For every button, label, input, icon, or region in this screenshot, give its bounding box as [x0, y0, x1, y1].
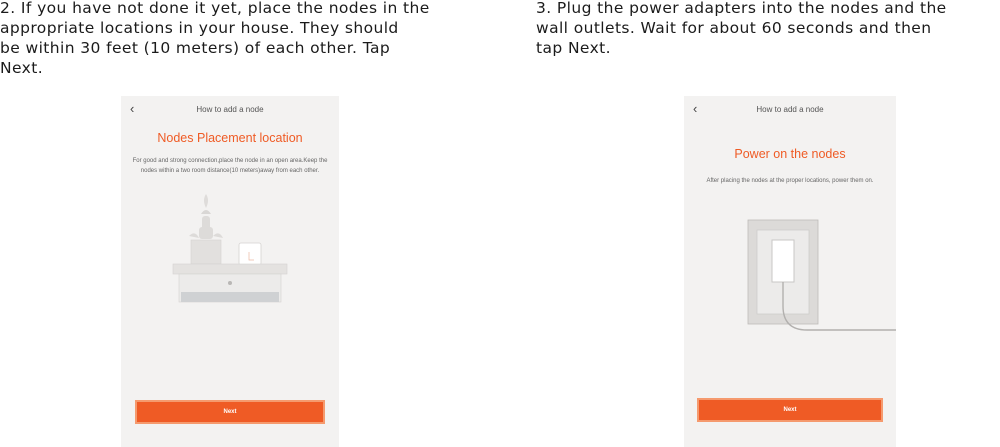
node-placement-illustration: [172, 194, 288, 303]
step-3-instruction: 3. Plug the power adapters into the node…: [536, 0, 947, 57]
node-placement-screenshot: ‹ How to add a node Nodes Placement loca…: [121, 96, 339, 447]
power-on-screenshot: ‹ How to add a node Power on the nodes A…: [684, 96, 896, 447]
next-button[interactable]: Next: [135, 400, 325, 424]
power-adapter-icon: [771, 239, 795, 283]
console-table-icon: [172, 263, 288, 303]
wall-outlet-illustration: [747, 219, 896, 331]
next-button[interactable]: Next: [697, 398, 883, 422]
plant-icon: [189, 194, 223, 265]
step-2-instruction: 2. If you have not done it yet, place th…: [0, 0, 430, 77]
node-device-icon: [238, 242, 262, 266]
